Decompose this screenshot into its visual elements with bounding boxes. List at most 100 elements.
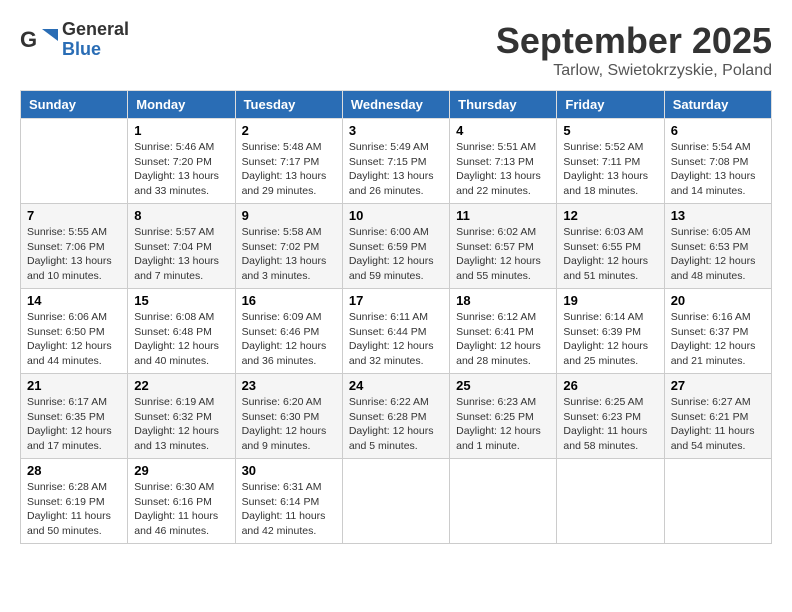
day-info: Sunrise: 6:08 AM Sunset: 6:48 PM Dayligh… xyxy=(134,310,228,369)
calendar-cell: 20 Sunrise: 6:16 AM Sunset: 6:37 PM Dayli… xyxy=(664,289,771,374)
calendar-cell: 25 Sunrise: 6:23 AM Sunset: 6:25 PM Dayli… xyxy=(450,374,557,459)
day-number: 1 xyxy=(134,123,228,138)
day-number: 23 xyxy=(242,378,336,393)
calendar-cell: 18 Sunrise: 6:12 AM Sunset: 6:41 PM Dayli… xyxy=(450,289,557,374)
calendar-cell: 30 Sunrise: 6:31 AM Sunset: 6:14 PM Dayli… xyxy=(235,459,342,544)
day-number: 17 xyxy=(349,293,443,308)
calendar-cell xyxy=(664,459,771,544)
weekday-header-monday: Monday xyxy=(128,91,235,119)
day-number: 19 xyxy=(563,293,657,308)
day-info: Sunrise: 6:12 AM Sunset: 6:41 PM Dayligh… xyxy=(456,310,550,369)
title-section: September 2025 Tarlow, Swietokrzyskie, P… xyxy=(496,20,772,80)
calendar-cell: 7Sunrise: 5:55 AM Sunset: 7:06 PM Daylig… xyxy=(21,204,128,289)
logo-line1: General xyxy=(62,20,129,40)
calendar-cell: 27 Sunrise: 6:27 AM Sunset: 6:21 PM Dayli… xyxy=(664,374,771,459)
day-info: Sunrise: 6:05 AM Sunset: 6:53 PM Dayligh… xyxy=(671,225,765,284)
day-info: Sunrise: 5:58 AM Sunset: 7:02 PM Dayligh… xyxy=(242,225,336,284)
day-number: 29 xyxy=(134,463,228,478)
day-number: 14 xyxy=(27,293,121,308)
calendar-cell: 11 Sunrise: 6:02 AM Sunset: 6:57 PM Dayli… xyxy=(450,204,557,289)
logo: G General Blue xyxy=(20,20,129,60)
calendar-cell: 13 Sunrise: 6:05 AM Sunset: 6:53 PM Dayli… xyxy=(664,204,771,289)
day-number: 13 xyxy=(671,208,765,223)
calendar-cell: 2 Sunrise: 5:48 AM Sunset: 7:17 PM Daylig… xyxy=(235,119,342,204)
week-row-3: 14 Sunrise: 6:06 AM Sunset: 6:50 PM Dayli… xyxy=(21,289,772,374)
week-row-5: 28Sunrise: 6:28 AM Sunset: 6:19 PM Dayli… xyxy=(21,459,772,544)
logo-icon: G xyxy=(20,21,58,59)
calendar-cell: 19Sunrise: 6:14 AM Sunset: 6:39 PM Dayli… xyxy=(557,289,664,374)
day-info: Sunrise: 5:57 AM Sunset: 7:04 PM Dayligh… xyxy=(134,225,228,284)
calendar-cell: 3 Sunrise: 5:49 AM Sunset: 7:15 PM Daylig… xyxy=(342,119,449,204)
weekday-header-wednesday: Wednesday xyxy=(342,91,449,119)
calendar-cell: 5 Sunrise: 5:52 AM Sunset: 7:11 PM Daylig… xyxy=(557,119,664,204)
day-info: Sunrise: 6:02 AM Sunset: 6:57 PM Dayligh… xyxy=(456,225,550,284)
weekday-header-saturday: Saturday xyxy=(664,91,771,119)
day-info: Sunrise: 5:52 AM Sunset: 7:11 PM Dayligh… xyxy=(563,140,657,199)
day-number: 3 xyxy=(349,123,443,138)
day-info: Sunrise: 6:00 AM Sunset: 6:59 PM Dayligh… xyxy=(349,225,443,284)
day-info: Sunrise: 6:03 AM Sunset: 6:55 PM Dayligh… xyxy=(563,225,657,284)
day-number: 22 xyxy=(134,378,228,393)
calendar-cell xyxy=(450,459,557,544)
calendar-cell: 21 Sunrise: 6:17 AM Sunset: 6:35 PM Dayli… xyxy=(21,374,128,459)
day-number: 4 xyxy=(456,123,550,138)
month-title: September 2025 xyxy=(496,20,772,62)
weekday-header-sunday: Sunday xyxy=(21,91,128,119)
calendar-cell xyxy=(342,459,449,544)
day-number: 27 xyxy=(671,378,765,393)
weekday-header-tuesday: Tuesday xyxy=(235,91,342,119)
day-info: Sunrise: 6:27 AM Sunset: 6:21 PM Dayligh… xyxy=(671,395,765,454)
calendar-cell: 26 Sunrise: 6:25 AM Sunset: 6:23 PM Dayli… xyxy=(557,374,664,459)
day-info: Sunrise: 5:49 AM Sunset: 7:15 PM Dayligh… xyxy=(349,140,443,199)
weekday-header-row: SundayMondayTuesdayWednesdayThursdayFrid… xyxy=(21,91,772,119)
day-number: 5 xyxy=(563,123,657,138)
day-info: Sunrise: 6:09 AM Sunset: 6:46 PM Dayligh… xyxy=(242,310,336,369)
day-number: 10 xyxy=(349,208,443,223)
day-info: Sunrise: 6:20 AM Sunset: 6:30 PM Dayligh… xyxy=(242,395,336,454)
day-info: Sunrise: 6:31 AM Sunset: 6:14 PM Dayligh… xyxy=(242,480,336,539)
day-number: 28 xyxy=(27,463,121,478)
day-number: 16 xyxy=(242,293,336,308)
day-info: Sunrise: 6:30 AM Sunset: 6:16 PM Dayligh… xyxy=(134,480,228,539)
calendar-cell: 12 Sunrise: 6:03 AM Sunset: 6:55 PM Dayli… xyxy=(557,204,664,289)
day-info: Sunrise: 5:46 AM Sunset: 7:20 PM Dayligh… xyxy=(134,140,228,199)
day-number: 9 xyxy=(242,208,336,223)
calendar-cell: 28Sunrise: 6:28 AM Sunset: 6:19 PM Dayli… xyxy=(21,459,128,544)
calendar-cell: 29 Sunrise: 6:30 AM Sunset: 6:16 PM Dayli… xyxy=(128,459,235,544)
day-number: 12 xyxy=(563,208,657,223)
calendar-cell: 15 Sunrise: 6:08 AM Sunset: 6:48 PM Dayli… xyxy=(128,289,235,374)
calendar-cell: 22 Sunrise: 6:19 AM Sunset: 6:32 PM Dayli… xyxy=(128,374,235,459)
day-number: 25 xyxy=(456,378,550,393)
day-number: 18 xyxy=(456,293,550,308)
calendar-cell: 10 Sunrise: 6:00 AM Sunset: 6:59 PM Dayli… xyxy=(342,204,449,289)
calendar-cell: 8Sunrise: 5:57 AM Sunset: 7:04 PM Daylig… xyxy=(128,204,235,289)
day-info: Sunrise: 5:55 AM Sunset: 7:06 PM Dayligh… xyxy=(27,225,121,284)
day-info: Sunrise: 5:54 AM Sunset: 7:08 PM Dayligh… xyxy=(671,140,765,199)
location-subtitle: Tarlow, Swietokrzyskie, Poland xyxy=(496,62,772,80)
week-row-4: 21 Sunrise: 6:17 AM Sunset: 6:35 PM Dayli… xyxy=(21,374,772,459)
calendar-table: SundayMondayTuesdayWednesdayThursdayFrid… xyxy=(20,90,772,544)
day-number: 20 xyxy=(671,293,765,308)
svg-text:G: G xyxy=(20,27,37,52)
week-row-1: 1 Sunrise: 5:46 AM Sunset: 7:20 PM Daylig… xyxy=(21,119,772,204)
day-info: Sunrise: 6:23 AM Sunset: 6:25 PM Dayligh… xyxy=(456,395,550,454)
week-row-2: 7Sunrise: 5:55 AM Sunset: 7:06 PM Daylig… xyxy=(21,204,772,289)
day-number: 15 xyxy=(134,293,228,308)
day-number: 21 xyxy=(27,378,121,393)
day-info: Sunrise: 6:17 AM Sunset: 6:35 PM Dayligh… xyxy=(27,395,121,454)
day-info: Sunrise: 5:48 AM Sunset: 7:17 PM Dayligh… xyxy=(242,140,336,199)
day-info: Sunrise: 6:06 AM Sunset: 6:50 PM Dayligh… xyxy=(27,310,121,369)
page-header: G General Blue September 2025 Tarlow, Sw… xyxy=(20,20,772,80)
calendar-cell: 1 Sunrise: 5:46 AM Sunset: 7:20 PM Daylig… xyxy=(128,119,235,204)
day-info: Sunrise: 6:11 AM Sunset: 6:44 PM Dayligh… xyxy=(349,310,443,369)
day-info: Sunrise: 6:25 AM Sunset: 6:23 PM Dayligh… xyxy=(563,395,657,454)
day-info: Sunrise: 6:19 AM Sunset: 6:32 PM Dayligh… xyxy=(134,395,228,454)
day-number: 11 xyxy=(456,208,550,223)
calendar-cell: 23 Sunrise: 6:20 AM Sunset: 6:30 PM Dayli… xyxy=(235,374,342,459)
calendar-cell: 17 Sunrise: 6:11 AM Sunset: 6:44 PM Dayli… xyxy=(342,289,449,374)
day-number: 26 xyxy=(563,378,657,393)
day-info: Sunrise: 6:16 AM Sunset: 6:37 PM Dayligh… xyxy=(671,310,765,369)
weekday-header-friday: Friday xyxy=(557,91,664,119)
day-number: 30 xyxy=(242,463,336,478)
day-number: 2 xyxy=(242,123,336,138)
